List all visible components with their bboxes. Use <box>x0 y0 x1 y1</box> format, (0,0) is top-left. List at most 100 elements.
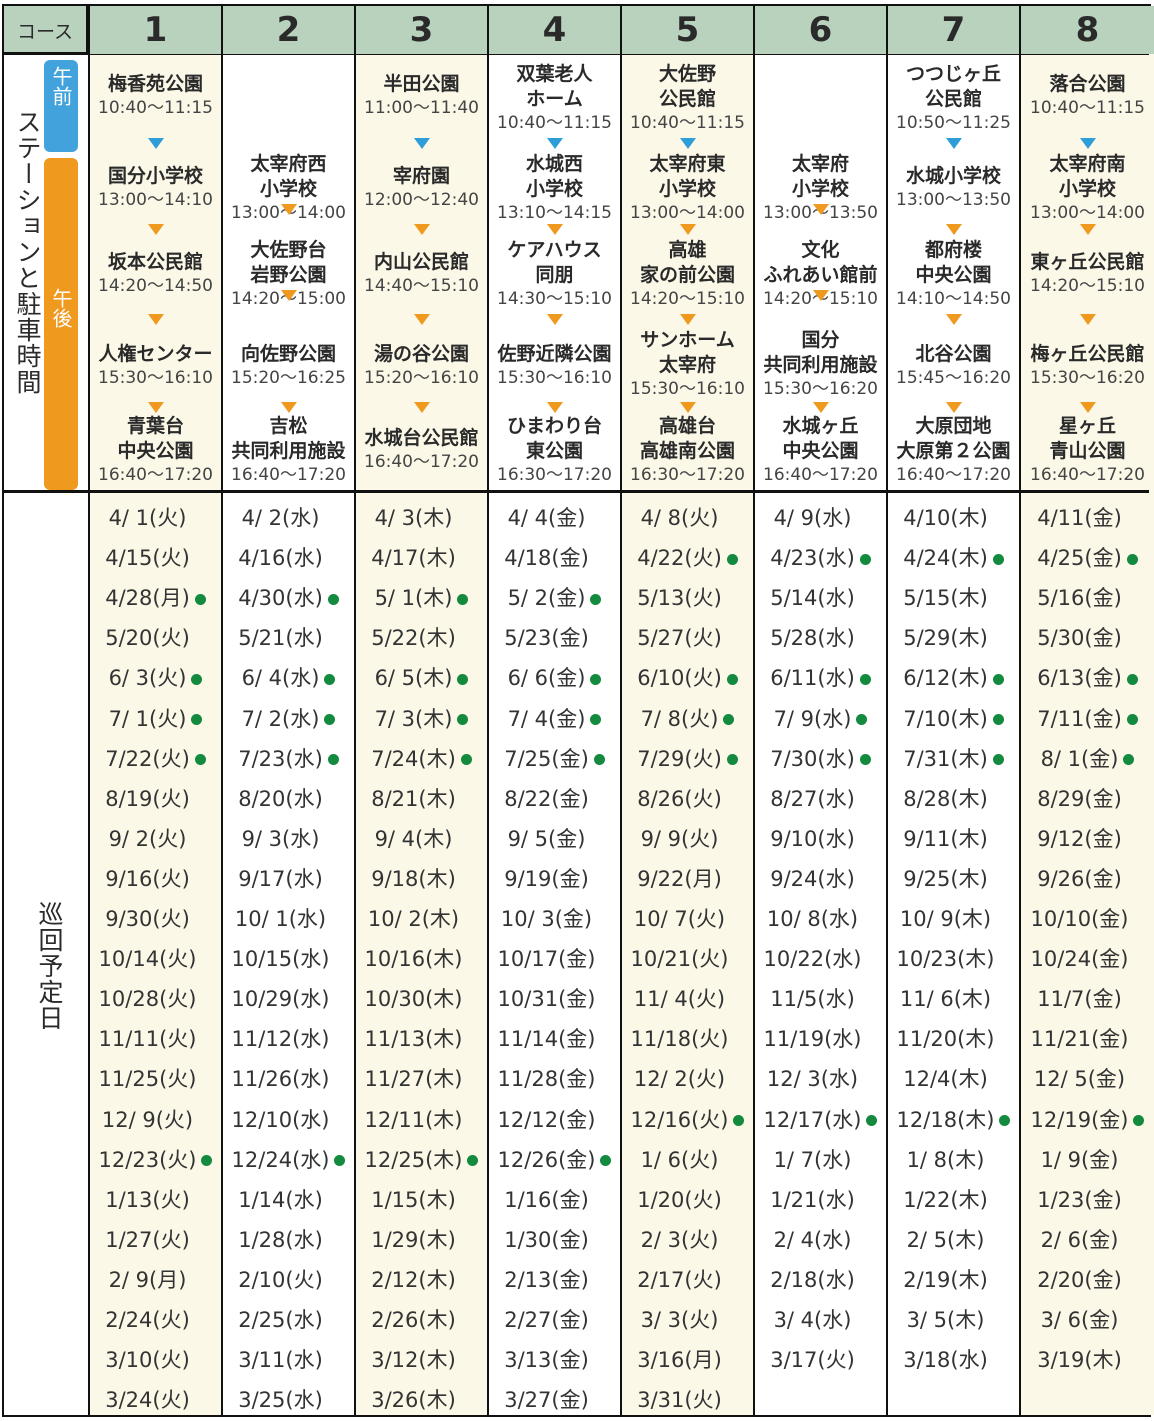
schedule-date: 11/20(木) <box>888 1019 1019 1059</box>
date-text: 5/ 2(金) <box>507 586 586 611</box>
down-arrow-icon <box>413 138 430 149</box>
station-name: ケアハウス <box>507 239 602 261</box>
schedule-date: 11/19(水) <box>755 1019 886 1059</box>
station-time: 16:40〜17:20 <box>364 452 479 472</box>
schedule-date: 11/18(火) <box>622 1019 753 1059</box>
date-text: 12/11(木) <box>364 1107 463 1132</box>
schedule-date: 7/24(木) <box>356 739 487 779</box>
station-name: 家の前公園 <box>639 264 735 286</box>
station-name: 高雄台 <box>658 415 716 437</box>
schedule-date: 2/20(金) <box>1021 1260 1154 1300</box>
date-text: 5/29(木) <box>903 626 988 651</box>
station-time: 14:30〜15:10 <box>497 289 612 309</box>
date-text: 9/26(金) <box>1037 866 1122 891</box>
station-name: 岩野公園 <box>250 264 327 286</box>
schedule-date: 8/21(木) <box>356 779 487 819</box>
station-name: ふれあい館前 <box>763 264 878 286</box>
station-name: 公民館 <box>658 88 716 110</box>
schedule-date: 5/21(水) <box>223 618 354 658</box>
date-text: 7/ 9(水) <box>773 706 852 731</box>
schedule-date: 6/10(火) <box>622 658 753 698</box>
date-text: 3/31(火) <box>637 1388 722 1413</box>
date-text: 6/ 3(火) <box>108 666 187 691</box>
course-header-1: 1 <box>90 6 223 54</box>
station-name: ホーム <box>526 88 583 110</box>
special-day-dot-icon <box>191 714 203 725</box>
schedule-date: 11/ 4(火) <box>622 979 753 1019</box>
schedule-date: 7/ 1(火) <box>90 699 221 739</box>
date-text: 3/13(金) <box>504 1348 589 1373</box>
date-text: 11/14(金) <box>497 1027 596 1052</box>
date-text: 9/ 3(水) <box>241 826 320 851</box>
station-name: 太宰府東 <box>649 153 726 175</box>
station-name: 国分小学校 <box>107 165 203 187</box>
date-text: 9/17(水) <box>238 866 323 891</box>
schedule-date: 5/13(火) <box>622 578 753 618</box>
date-text: 5/21(水) <box>238 626 323 651</box>
schedule-date: 10/22(水) <box>755 939 886 979</box>
station-stop: 水城台公民館 16:40〜17:20 <box>356 426 487 473</box>
station-name: 太宰府南 <box>1049 153 1126 175</box>
date-text: 3/25(水) <box>238 1388 323 1413</box>
date-text: 12/ 3(水) <box>766 1067 859 1092</box>
schedule-date: 1/22(木) <box>888 1180 1019 1220</box>
date-text: 1/23(金) <box>1037 1187 1122 1212</box>
date-text: 9/19(金) <box>504 866 589 891</box>
station-time: 10:40〜11:15 <box>98 98 213 118</box>
station-stop: 高雄 家の前公園 14:20〜15:10 <box>622 238 753 310</box>
date-text: 11/12(水) <box>231 1027 330 1052</box>
station-stop: 大佐野 公民館 10:40〜11:15 <box>622 62 753 134</box>
schedule-date: 5/ 2(金) <box>489 578 620 618</box>
schedule-date: 11/13(木) <box>356 1019 487 1059</box>
schedule-date: 10/28(火) <box>90 979 221 1019</box>
course-column-2: 太宰府西 小学校 13:00〜14:00 大佐野台 岩野公園 14:20〜15:00 向佐野… <box>223 54 356 1415</box>
schedule-date: 3/13(金) <box>489 1340 620 1380</box>
schedule-date: 1/28(水) <box>223 1220 354 1260</box>
down-arrow-icon <box>413 402 430 413</box>
schedule-date: 2/ 5(木) <box>888 1220 1019 1260</box>
schedule-date: 9/18(木) <box>356 859 487 899</box>
schedule-date: 5/14(水) <box>755 578 886 618</box>
schedule-date: 5/20(火) <box>90 618 221 658</box>
schedule-date: 1/13(火) <box>90 1180 221 1220</box>
station-name: 吉松 <box>269 415 308 437</box>
schedule-date: 6/ 5(木) <box>356 658 487 698</box>
date-text: 12/12(金) <box>497 1107 596 1132</box>
station-time: 15:30〜16:10 <box>497 368 612 388</box>
date-text: 4/22(火) <box>637 546 722 571</box>
schedule-date: 11/11(火) <box>90 1019 221 1059</box>
station-name: サンホーム <box>640 329 735 351</box>
schedule-date: 6/11(水) <box>755 658 886 698</box>
date-text: 7/10(木) <box>903 706 988 731</box>
schedule-date: 10/15(水) <box>223 939 354 979</box>
station-stop: 東ヶ丘公民館 14:20〜15:10 <box>1021 250 1154 297</box>
station-name: 佐野近隣公園 <box>497 343 612 365</box>
schedule-date: 4/ 2(水) <box>223 498 354 538</box>
schedule-date: 9/ 2(火) <box>90 819 221 859</box>
station-time: 16:40〜17:20 <box>98 465 213 485</box>
course-column-7: つつじヶ丘 公民館 10:50〜11:25 水城小学校 13:00〜13:50 都府楼 中央… <box>888 54 1021 1415</box>
date-text: 9/ 2(火) <box>108 826 187 851</box>
date-text: 7/22(火) <box>105 746 190 771</box>
special-day-dot-icon <box>457 673 469 685</box>
down-arrow-icon <box>1079 314 1096 325</box>
date-text: 11/5(水) <box>770 987 855 1012</box>
schedule-date: 7/23(水) <box>223 739 354 779</box>
schedule-date: 1/ 6(火) <box>622 1140 753 1180</box>
schedule-date: 1/ 7(水) <box>755 1140 886 1180</box>
special-day-dot-icon <box>859 553 871 565</box>
schedule-date: 3/ 6(金) <box>1021 1300 1154 1340</box>
station-time: 15:30〜16:20 <box>1030 368 1145 388</box>
schedule-date: 9/25(木) <box>888 859 1019 899</box>
special-day-dot-icon <box>992 714 1004 725</box>
date-text: 5/23(金) <box>504 626 589 651</box>
date-text: 5/28(水) <box>770 626 855 651</box>
station-stop: ケアハウス 同朋 14:30〜15:10 <box>489 238 620 310</box>
date-text: 8/29(金) <box>1037 786 1122 811</box>
schedule-date: 7/31(木) <box>888 739 1019 779</box>
date-text: 12/ 5(金) <box>1033 1067 1126 1092</box>
down-arrow-icon <box>413 224 430 235</box>
station-time: 15:30〜16:20 <box>763 379 878 399</box>
schedule-date: 7/22(火) <box>90 739 221 779</box>
special-day-dot-icon <box>590 673 602 685</box>
